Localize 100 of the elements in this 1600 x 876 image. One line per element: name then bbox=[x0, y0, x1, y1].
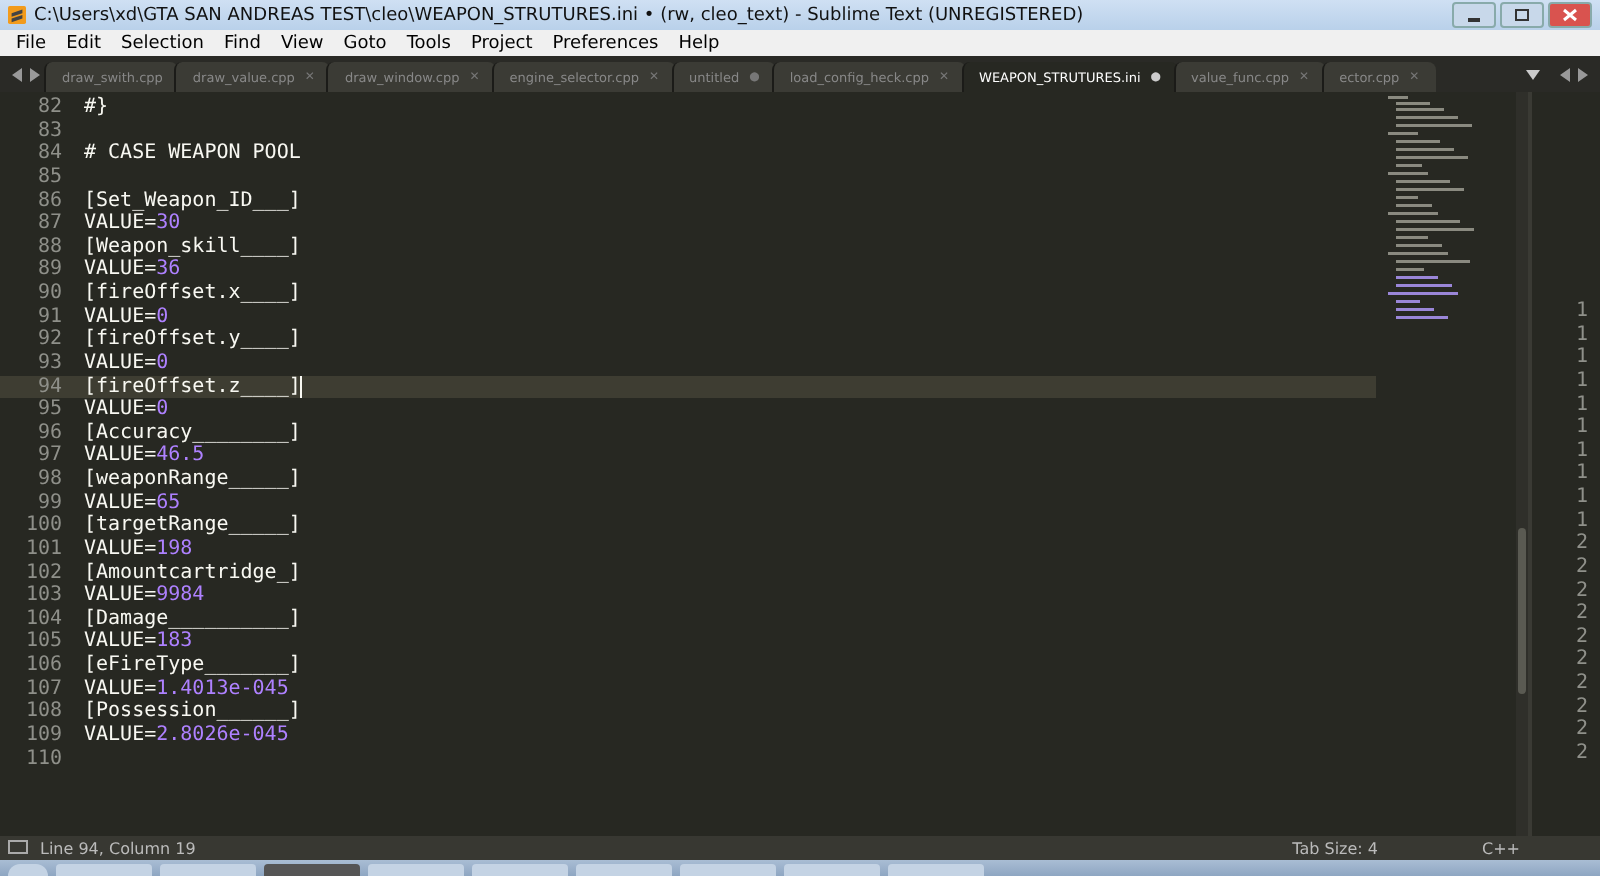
line-number: 94 bbox=[35, 375, 64, 399]
syntax-label[interactable]: C++ bbox=[1482, 839, 1520, 857]
line-number: 83 bbox=[35, 119, 64, 143]
code-line: VALUE=1.4013e-045 bbox=[84, 677, 289, 700]
code-line: [Set_Weapon_ID___] bbox=[84, 189, 301, 213]
maximize-icon bbox=[1514, 8, 1530, 22]
code-line: VALUE=9984 bbox=[84, 584, 205, 608]
line-number: 87 bbox=[35, 212, 64, 236]
line-number: 1 bbox=[1575, 439, 1588, 463]
line-number: 101 bbox=[23, 537, 64, 561]
app-icon bbox=[8, 6, 26, 24]
line-number: 99 bbox=[35, 491, 64, 515]
line-number: 1 bbox=[1575, 323, 1588, 347]
line-number: 97 bbox=[35, 444, 64, 468]
tab-nav-arrows-icon[interactable] bbox=[1560, 67, 1588, 81]
line-number: 85 bbox=[35, 165, 64, 189]
dropdown-icon[interactable] bbox=[1526, 69, 1540, 79]
code-line: VALUE=46.5 bbox=[84, 444, 205, 468]
code-line: [targetRange_____] bbox=[84, 514, 301, 538]
window-title: C:\Users\xd\GTA SAN ANDREAS TEST\cleo\WEAPON_STRUTURES.ini • (rw, cleo_text) - Sublime Text (UNREGISTERED) bbox=[34, 5, 1086, 25]
line-number: 1 bbox=[1575, 369, 1588, 393]
tab-size[interactable]: Tab Size: 4 bbox=[1292, 839, 1378, 857]
menu-item[interactable]: Tools bbox=[396, 33, 461, 53]
line-number: 82 bbox=[35, 96, 64, 120]
code-line: VALUE=36 bbox=[84, 258, 181, 282]
line-number: 1 bbox=[1575, 462, 1588, 486]
code-line: VALUE=183 bbox=[84, 630, 193, 654]
line-number: 2 bbox=[1575, 625, 1588, 649]
line-number: 91 bbox=[35, 305, 64, 329]
line-number: 93 bbox=[35, 351, 64, 375]
line-number: 2 bbox=[1575, 555, 1588, 579]
scrollbar-thumb[interactable] bbox=[1518, 528, 1526, 694]
line-number: 89 bbox=[35, 258, 64, 282]
line-number: 1 bbox=[1575, 509, 1588, 533]
line-number: 105 bbox=[23, 630, 64, 654]
close-button[interactable] bbox=[1548, 2, 1592, 28]
monitor-icon[interactable] bbox=[8, 840, 28, 856]
close-icon bbox=[1562, 8, 1578, 22]
menu-item[interactable]: View bbox=[270, 33, 334, 53]
code-line: [fireOffset.x____] bbox=[84, 282, 301, 306]
line-number: 100 bbox=[23, 514, 64, 538]
menu-item[interactable]: Goto bbox=[333, 33, 397, 53]
code-line: [fireOffset.y____] bbox=[84, 328, 301, 352]
line-number: 2 bbox=[1575, 695, 1588, 719]
line-number: 98 bbox=[35, 468, 64, 492]
code-line: VALUE=0 bbox=[84, 351, 169, 375]
minimize-button[interactable] bbox=[1452, 2, 1496, 28]
code-line: #} bbox=[84, 96, 109, 120]
line-number: 2 bbox=[1575, 648, 1588, 672]
line-number: 86 bbox=[35, 189, 64, 213]
line-number: 109 bbox=[23, 723, 64, 747]
line-number: 1 bbox=[1575, 486, 1588, 510]
line-number: 2 bbox=[1575, 579, 1588, 603]
line-number: 102 bbox=[23, 561, 64, 585]
menu-item[interactable]: Preferences bbox=[542, 33, 669, 53]
menu-item[interactable]: Selection bbox=[111, 33, 214, 53]
line-number: 2 bbox=[1575, 602, 1588, 626]
line-number: 1 bbox=[1575, 346, 1588, 370]
code-line: # CASE WEAPON POOL bbox=[84, 142, 301, 166]
line-number: 104 bbox=[23, 607, 64, 631]
cursor-position: Line 94, Column 19 bbox=[40, 839, 196, 857]
line-number: 2 bbox=[1575, 672, 1588, 696]
line-number: 110 bbox=[23, 747, 64, 771]
menu-item[interactable]: Edit bbox=[56, 33, 111, 53]
code-line: [Weapon_skill____] bbox=[84, 235, 301, 259]
menu-item[interactable]: Project bbox=[460, 33, 543, 53]
menu-item[interactable]: Help bbox=[668, 33, 730, 53]
code-line: VALUE=0 bbox=[84, 398, 169, 422]
code-line: VALUE=198 bbox=[84, 537, 193, 561]
line-number: 1 bbox=[1575, 393, 1588, 417]
code-line: VALUE=0 bbox=[84, 305, 169, 328]
line-number: 95 bbox=[35, 398, 64, 422]
line-number: 2 bbox=[1575, 741, 1588, 765]
code-line: [eFireType_______] bbox=[84, 654, 301, 678]
code-line: VALUE=2.8026e-045 bbox=[84, 723, 289, 747]
code-line: [fireOffset.z____] bbox=[84, 375, 301, 399]
code-line: [Possession______] bbox=[84, 700, 301, 724]
line-number: 96 bbox=[35, 421, 64, 445]
code-line: [weaponRange_____] bbox=[84, 468, 301, 492]
line-number: 1 bbox=[1575, 416, 1588, 440]
line-number: 103 bbox=[23, 584, 64, 608]
line-number: 1 bbox=[1575, 300, 1588, 324]
text-cursor bbox=[300, 375, 303, 397]
line-number: 107 bbox=[23, 677, 64, 701]
line-number: 84 bbox=[35, 142, 64, 166]
maximize-button[interactable] bbox=[1500, 2, 1544, 28]
line-number: 88 bbox=[35, 235, 64, 259]
line-number: 106 bbox=[23, 654, 64, 678]
menu-item[interactable]: File bbox=[6, 33, 57, 53]
code-line: [Amountcartridge_] bbox=[84, 561, 301, 585]
tab-nav-arrows-icon[interactable] bbox=[12, 67, 40, 81]
code-line: VALUE=65 bbox=[84, 491, 181, 514]
line-number: 92 bbox=[35, 328, 64, 352]
code-line: VALUE=30 bbox=[84, 212, 181, 236]
line-number: 90 bbox=[35, 282, 64, 306]
line-number: 108 bbox=[23, 700, 64, 724]
line-number: 2 bbox=[1575, 532, 1588, 556]
menu-item[interactable]: Find bbox=[213, 33, 271, 53]
code-line: [Damage__________] bbox=[84, 607, 301, 631]
code-line: [Accuracy________] bbox=[84, 421, 301, 445]
